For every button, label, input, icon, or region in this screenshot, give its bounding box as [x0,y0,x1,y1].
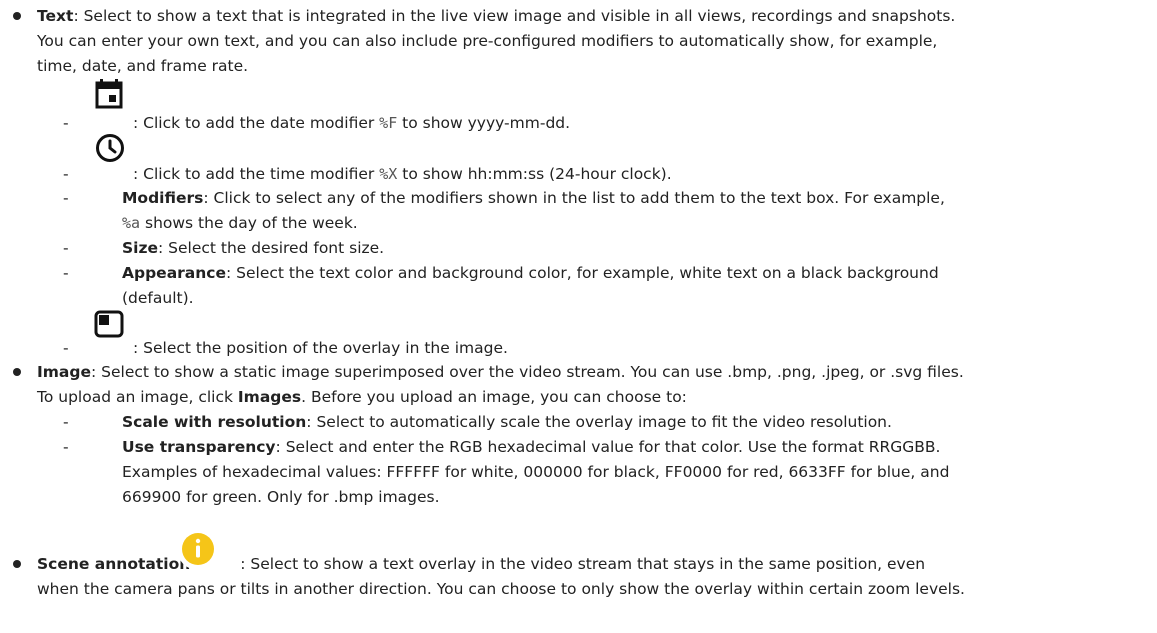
scene-text: : Select to show a text overlay in the v… [240,555,926,573]
date-code: %F [379,114,398,132]
image-item-line-1: Image: Select to show a static image sup… [37,362,964,382]
text-item-line-2: You can enter your own text, and you can… [37,32,938,50]
size-term: Size [122,239,159,257]
position-line: : Select the position of the overlay in … [133,339,508,357]
dash: - [63,239,69,257]
transparency-line-3: 669900 for green. Only for .bmp images. [122,488,440,506]
appearance-term: Appearance [122,264,226,282]
scale-text: : Select to automatically scale the over… [306,413,892,431]
time-text-post: to show hh:mm:ss (24-hour clock). [397,165,672,183]
image-item-line-2: To upload an image, click Images. Before… [37,387,687,407]
modifiers-line-2: %a shows the day of the week. [122,213,358,233]
images-term: Images [237,388,302,406]
appearance-line-2: (default). [122,289,194,307]
calendar-icon [95,79,123,109]
size-text: : Select the desired font size. [158,239,385,257]
appearance-text: : Select the text color and background c… [226,264,939,282]
text-item-line-3: time, date, and frame rate. [37,57,249,75]
scene-line-2: when the camera pans or tilts in another… [37,580,965,598]
modifiers-text: : Click to select any of the modifiers s… [203,189,945,207]
size-line: Size: Select the desired font size. [122,238,384,258]
transparency-line-1: Use transparency: Select and enter the R… [122,437,940,457]
modifiers-term: Modifiers [122,189,204,207]
dash: - [63,413,69,431]
time-code: %X [379,165,398,183]
document-page: Text: Select to show a text that is inte… [0,0,1157,633]
text-term: Text [37,7,74,25]
appearance-line-1: Appearance: Select the text color and ba… [122,263,939,283]
scale-line: Scale with resolution: Select to automat… [122,412,892,432]
image-term: Image [37,363,91,381]
dash: - [63,114,69,132]
bullet [13,12,21,20]
date-text: : Click to add the date modifier [133,114,380,132]
scene-line-1: Scene annotation : Select to show a text … [37,554,925,574]
time-modifier-line: : Click to add the time modifier %X to s… [133,164,672,184]
bullet [13,560,21,568]
transparency-line-2: Examples of hexadecimal values: FFFFFF f… [122,463,950,481]
transparency-text: : Select and enter the RGB hexadecimal v… [275,438,941,456]
clock-icon [96,134,124,162]
modifiers-text-2: shows the day of the week. [140,214,358,232]
info-icon [177,528,219,570]
modifiers-code: %a [122,214,141,232]
image-text: : Select to show a static image superimp… [91,363,964,381]
bullet [13,368,21,376]
time-text: : Click to add the time modifier [133,165,380,183]
dash: - [63,189,69,207]
image-text-3: . Before you upload an image, you can ch… [301,388,687,406]
overlay-position-icon [94,310,124,338]
dash: - [63,165,69,183]
dash: - [63,438,69,456]
text-item-desc-1: : Select to show a text that is integrat… [73,7,956,25]
date-text-post: to show yyyy-mm-dd. [397,114,571,132]
dash: - [63,264,69,282]
transparency-term: Use transparency [122,438,276,456]
text-item-line-1: Text: Select to show a text that is inte… [37,6,955,26]
date-modifier-line: : Click to add the date modifier %F to s… [133,113,570,133]
modifiers-line-1: Modifiers: Click to select any of the mo… [122,188,945,208]
scale-term: Scale with resolution [122,413,307,431]
image-text-2: To upload an image, click [37,388,238,406]
scene-term: Scene annotation [37,555,191,573]
dash: - [63,339,69,357]
